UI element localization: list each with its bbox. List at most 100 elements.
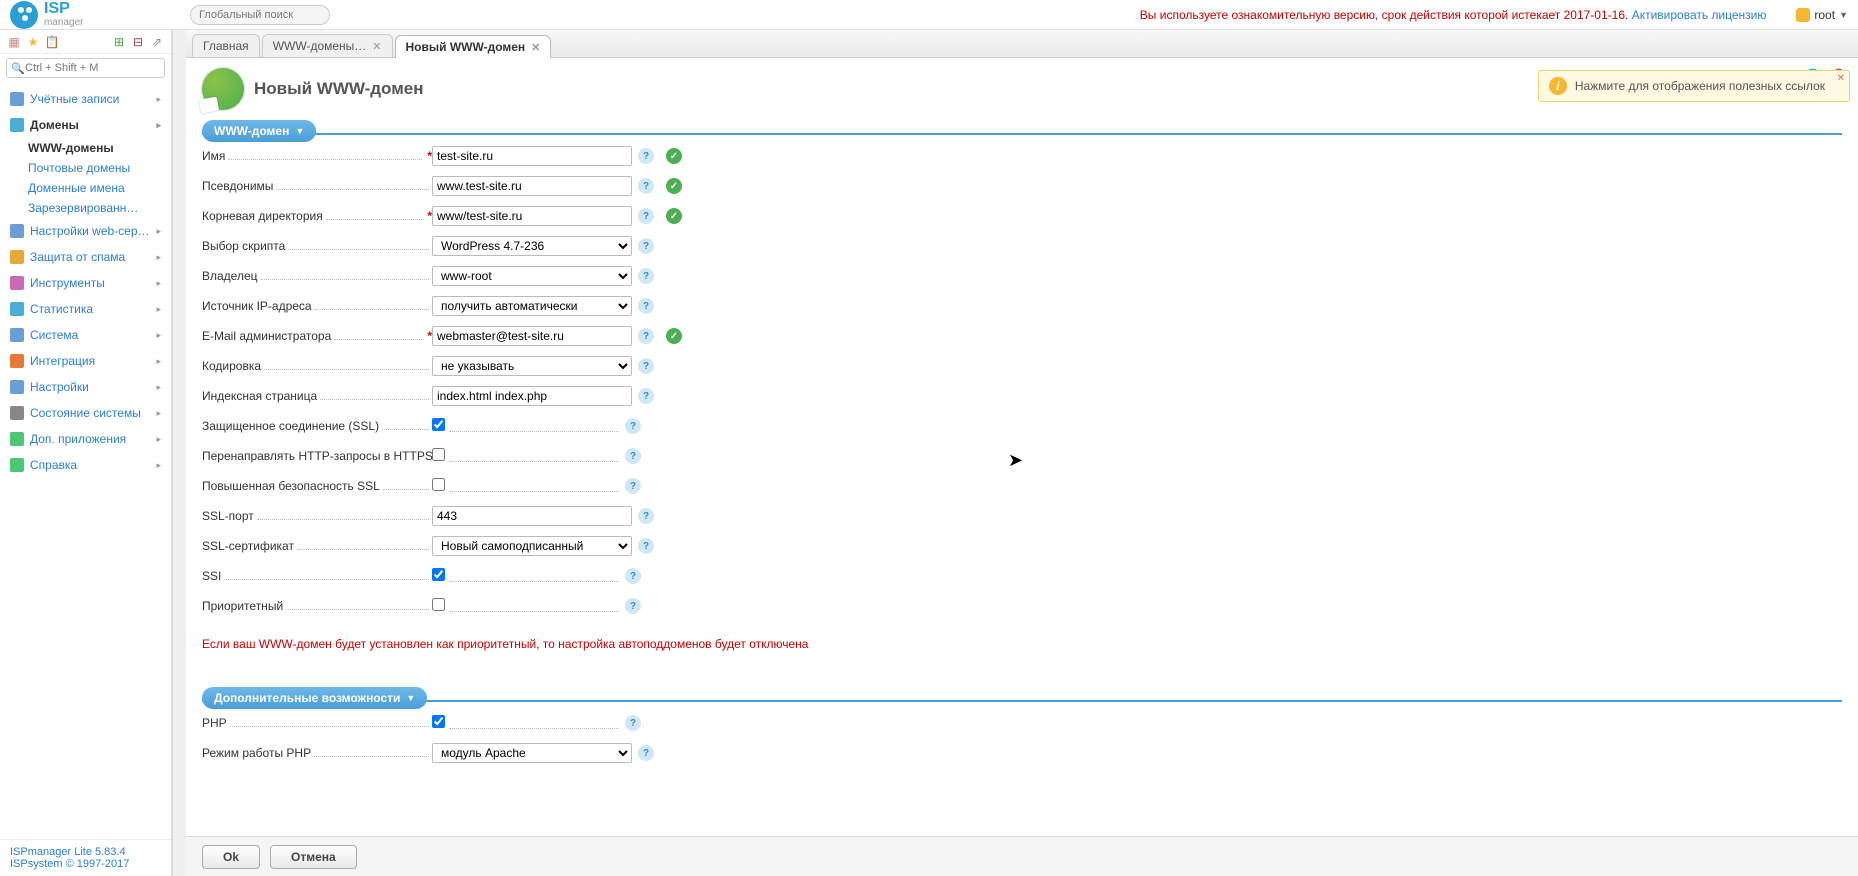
expand-icon[interactable]: ⊞ — [111, 34, 127, 50]
checkbox-input[interactable] — [432, 715, 445, 728]
select-input[interactable]: не указывать — [432, 356, 632, 376]
sidebar-item[interactable]: Домены▸ — [0, 112, 171, 138]
clipboard-icon[interactable]: 📋 — [44, 34, 60, 50]
nav-icon — [10, 354, 24, 368]
sidebar-subitem[interactable]: Почтовые домены — [0, 158, 171, 178]
help-icon[interactable]: ? — [625, 448, 641, 464]
section-additional[interactable]: Дополнительные возможности ▼ — [202, 687, 427, 709]
sidebar-item-label: Справка — [30, 458, 77, 472]
help-icon[interactable]: ? — [638, 298, 654, 314]
checkbox-input[interactable] — [432, 568, 445, 581]
sidebar-item[interactable]: Учётные записи▸ — [0, 86, 171, 112]
field-label: Источник IP-адреса — [202, 299, 312, 313]
checkbox-input[interactable] — [432, 598, 445, 611]
sidebar-filter-input[interactable] — [6, 58, 165, 78]
text-input[interactable] — [432, 326, 632, 346]
help-icon[interactable]: ? — [638, 208, 654, 224]
select-input[interactable]: Новый самоподписанный — [432, 536, 632, 556]
help-icon[interactable]: ? — [638, 388, 654, 404]
activate-license-link[interactable]: Активировать лицензию — [1632, 8, 1767, 22]
sidebar-subitem[interactable]: WWW-домены — [0, 138, 171, 158]
sidebar-item-label: Домены — [30, 118, 79, 132]
ok-button[interactable]: Ok — [202, 845, 260, 869]
sidebar-item-label: Состояние системы — [30, 406, 141, 420]
help-icon[interactable]: ? — [638, 238, 654, 254]
sidebar-subitem[interactable]: Зарезервированн… — [0, 198, 171, 218]
chevron-right-icon: ▸ — [156, 382, 161, 393]
field-label: Владелец — [202, 269, 258, 283]
tab[interactable]: Новый WWW-домен ✕ — [395, 35, 552, 58]
priority-warning: Если ваш WWW-домен будет установлен как … — [202, 637, 1842, 651]
nav-icon — [10, 224, 24, 238]
toolbar-icon-1[interactable]: ▦ — [6, 34, 22, 50]
section-title-2: Дополнительные возможности — [214, 691, 400, 705]
select-input[interactable]: получить автоматически — [432, 296, 632, 316]
collapse-icon[interactable]: ⊟ — [130, 34, 146, 50]
text-input[interactable] — [432, 176, 632, 196]
favorite-icon[interactable]: ★ — [25, 34, 41, 50]
text-input[interactable] — [432, 206, 632, 226]
checkbox-input[interactable] — [432, 478, 445, 491]
sidebar-item[interactable]: Доп. приложения▸ — [0, 426, 171, 452]
help-icon[interactable]: ? — [625, 478, 641, 494]
select-input[interactable]: www-root — [432, 266, 632, 286]
help-icon[interactable]: ? — [625, 568, 641, 584]
nav-icon — [10, 458, 24, 472]
help-icon[interactable]: ? — [638, 358, 654, 374]
sidebar-item[interactable]: Инструменты▸ — [0, 270, 171, 296]
tab[interactable]: Главная — [192, 34, 260, 57]
chevron-right-icon: ▸ — [156, 434, 161, 445]
select-input[interactable]: WordPress 4.7-236 — [432, 236, 632, 256]
search-icon: 🔍 — [11, 62, 25, 75]
page-icon — [202, 68, 244, 110]
help-icon[interactable]: ? — [638, 178, 654, 194]
help-icon[interactable]: ? — [638, 268, 654, 284]
cancel-button[interactable]: Отмена — [270, 845, 357, 869]
text-input[interactable] — [432, 146, 632, 166]
help-icon[interactable]: ? — [625, 598, 641, 614]
version-text[interactable]: ISPmanager Lite 5.83.4 — [10, 846, 161, 858]
section-www-domain[interactable]: WWW-домен ▼ — [202, 120, 316, 142]
help-icon[interactable]: ? — [638, 148, 654, 164]
nav-icon — [10, 302, 24, 316]
info-banner[interactable]: i Нажмите для отображения полезных ссыло… — [1538, 70, 1850, 102]
help-icon[interactable]: ? — [625, 418, 641, 434]
close-icon[interactable]: ✕ — [1837, 73, 1845, 84]
nav-icon — [10, 92, 24, 106]
text-input[interactable] — [432, 386, 632, 406]
help-icon[interactable]: ? — [625, 715, 641, 731]
sidebar-item[interactable]: Статистика▸ — [0, 296, 171, 322]
page-title: Новый WWW-домен — [254, 79, 424, 99]
sidebar-item[interactable]: Справка▸ — [0, 452, 171, 478]
tab-label: WWW-домены… — [273, 39, 367, 53]
sidebar-item[interactable]: Защита от спама▸ — [0, 244, 171, 270]
field-label: Перенаправлять HTTP-запросы в HTTPS — [202, 449, 433, 463]
close-icon[interactable]: ✕ — [372, 40, 381, 53]
sidebar-item[interactable]: Настройки web-сер…▸ — [0, 218, 171, 244]
help-icon[interactable]: ? — [638, 745, 654, 761]
help-icon[interactable]: ? — [638, 328, 654, 344]
help-icon[interactable]: ? — [638, 508, 654, 524]
app-logo[interactable]: ISP manager — [10, 1, 170, 29]
checkbox-input[interactable] — [432, 418, 445, 431]
close-icon[interactable]: ✕ — [531, 41, 540, 54]
checkbox-input[interactable] — [432, 448, 445, 461]
help-icon[interactable]: ? — [638, 538, 654, 554]
user-menu[interactable]: root ▼ — [1796, 8, 1848, 22]
sidebar-scrollbar[interactable] — [172, 30, 186, 876]
global-search-input[interactable] — [190, 5, 330, 25]
pin-icon[interactable]: ⇗ — [149, 34, 165, 50]
nav-icon — [10, 118, 24, 132]
sidebar-subitem[interactable]: Доменные имена — [0, 178, 171, 198]
tab-label: Новый WWW-домен — [406, 40, 526, 54]
text-input[interactable] — [432, 506, 632, 526]
chevron-right-icon: ▸ — [156, 330, 161, 341]
sidebar-item[interactable]: Состояние системы▸ — [0, 400, 171, 426]
tab[interactable]: WWW-домены… ✕ — [262, 34, 393, 57]
select-input[interactable]: модуль Apache — [432, 743, 632, 763]
sidebar-item[interactable]: Интеграция▸ — [0, 348, 171, 374]
sidebar-item[interactable]: Система▸ — [0, 322, 171, 348]
copyright-text[interactable]: ISPsystem © 1997-2017 — [10, 858, 161, 870]
logo-main-text: ISP — [44, 1, 83, 17]
sidebar-item[interactable]: Настройки▸ — [0, 374, 171, 400]
